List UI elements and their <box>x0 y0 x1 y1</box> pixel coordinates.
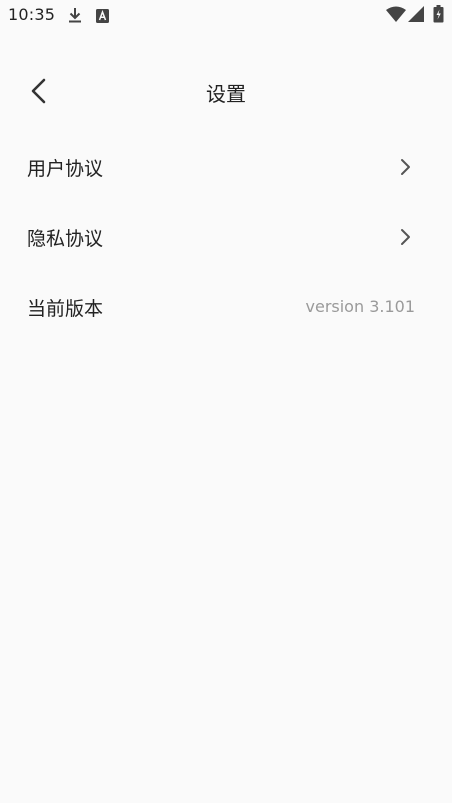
battery-icon <box>433 5 444 27</box>
settings-item-current-version: 当前版本 version 3.101 <box>0 272 452 342</box>
top-app-bar: 设置 <box>0 66 452 118</box>
settings-item-privacy-agreement[interactable]: 隐私协议 <box>0 202 452 272</box>
settings-list: 用户协议 隐私协议 当前版本 version 3.101 <box>0 132 452 342</box>
chevron-right-icon <box>398 227 412 247</box>
download-icon <box>68 7 82 27</box>
status-time: 10:35 <box>8 5 56 24</box>
settings-item-label: 隐私协议 <box>27 228 104 250</box>
settings-item-label: 用户协议 <box>27 158 104 180</box>
chevron-right-icon <box>398 157 412 177</box>
a-notification-icon <box>96 8 109 27</box>
page-title: 设置 <box>206 82 246 106</box>
status-bar: 10:35 <box>0 0 452 32</box>
version-value: version 3.101 <box>305 297 416 316</box>
settings-item-label: 当前版本 <box>27 298 104 320</box>
signal-icon <box>408 6 424 26</box>
settings-item-user-agreement[interactable]: 用户协议 <box>0 132 452 202</box>
wifi-icon <box>386 6 406 26</box>
